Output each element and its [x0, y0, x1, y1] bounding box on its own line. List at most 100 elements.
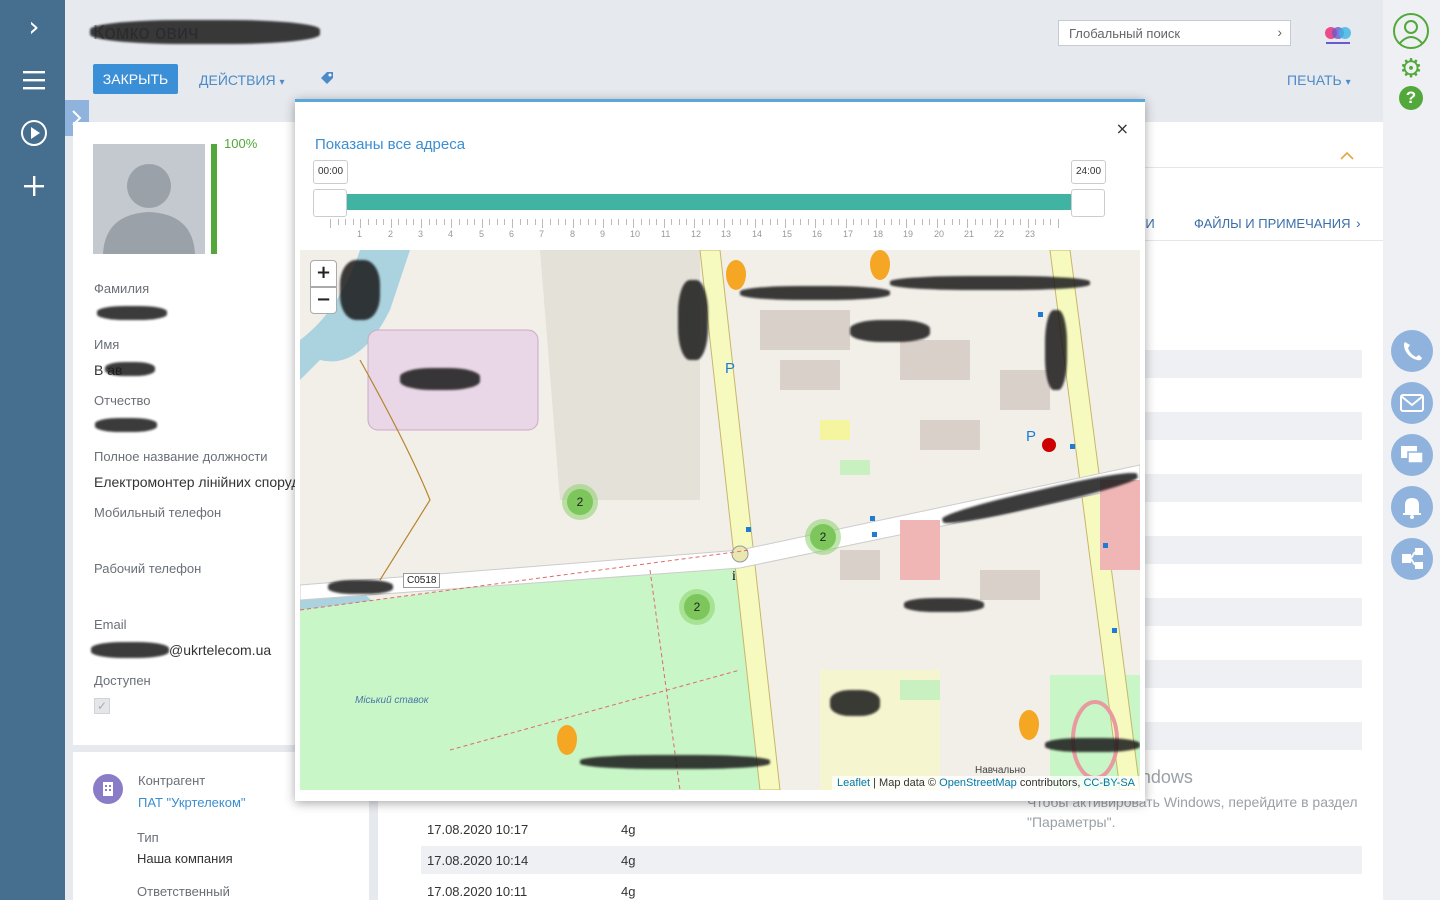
- hour-tick: [709, 219, 710, 225]
- play-icon[interactable]: [17, 116, 51, 150]
- hour-tick: [421, 219, 422, 228]
- hour-tick: [952, 219, 953, 225]
- hour-tick: [724, 219, 725, 228]
- hour-tick: [542, 219, 543, 228]
- hour-tick-label: 17: [843, 229, 854, 239]
- hour-tick: [580, 219, 581, 225]
- hour-tick: [345, 219, 346, 225]
- responsible-label: Ответственный: [137, 884, 230, 899]
- table-cell-net: 4g: [621, 822, 636, 837]
- print-dropdown[interactable]: ПЕЧАТЬ ▾: [1287, 72, 1351, 88]
- redaction: [328, 580, 393, 594]
- hour-tick: [702, 219, 703, 225]
- marker-cluster[interactable]: 2: [805, 519, 841, 555]
- user-circle-icon[interactable]: [1392, 12, 1430, 50]
- redaction: [830, 690, 880, 716]
- redaction: [580, 755, 770, 769]
- osm-link[interactable]: OpenStreetMap: [939, 777, 1017, 789]
- process-icon[interactable]: [1391, 538, 1433, 580]
- field-label-lastname: Фамилия: [94, 281, 150, 296]
- chevron-right-icon[interactable]: ›: [1277, 24, 1282, 40]
- hour-tick: [641, 219, 642, 225]
- hour-tick: [1028, 219, 1029, 228]
- range-start-handle[interactable]: [313, 189, 347, 217]
- hour-tick-label: 12: [691, 229, 702, 239]
- map[interactable]: P P i + − 2 2 2 С0518 Міський ставок Нав…: [300, 250, 1140, 790]
- hour-tick-label: 18: [873, 229, 884, 239]
- hour-tick: [732, 219, 733, 225]
- close-button[interactable]: ЗАКРЫТЬ: [93, 64, 178, 94]
- redaction: [850, 320, 930, 342]
- marker-cluster[interactable]: 2: [562, 484, 598, 520]
- gear-icon[interactable]: ⚙: [1398, 56, 1424, 82]
- hour-tick: [406, 219, 407, 225]
- hour-tick-label: 16: [812, 229, 823, 239]
- hour-tick: [838, 219, 839, 225]
- tag-icon[interactable]: [319, 70, 335, 86]
- actions-dropdown[interactable]: ДЕЙСТВИЯ ▾: [199, 72, 285, 88]
- hour-tick: [413, 219, 414, 225]
- global-search-input[interactable]: Глобальный поиск ›: [1058, 20, 1291, 46]
- hour-tick: [982, 219, 983, 225]
- hour-tick: [747, 219, 748, 225]
- hour-tick-label: 6: [509, 229, 515, 239]
- chevron-up-icon[interactable]: [1340, 148, 1354, 160]
- field-value-email[interactable]: @ukrtelecom.ua: [169, 642, 271, 658]
- hour-tick: [815, 219, 816, 228]
- hour-tick-label: 2: [388, 229, 394, 239]
- hour-tick: [1005, 219, 1006, 225]
- svg-text:i: i: [732, 569, 736, 584]
- hour-tick: [383, 219, 384, 225]
- district-label: Навчально: [975, 765, 1026, 776]
- hour-tick-label: 21: [964, 229, 975, 239]
- hour-tick-label: 11: [661, 229, 671, 239]
- bell-icon[interactable]: [1391, 486, 1433, 528]
- help-icon[interactable]: ?: [1399, 86, 1423, 110]
- table-row[interactable]: [421, 846, 1362, 874]
- mail-icon[interactable]: [1391, 382, 1433, 424]
- hour-tick: [876, 219, 877, 228]
- redaction: [90, 20, 320, 44]
- chevron-right-icon[interactable]: ›: [1356, 215, 1361, 231]
- tab-files-notes[interactable]: ФАЙЛЫ И ПРИМЕЧАНИЯ: [1194, 216, 1351, 231]
- hour-tick: [573, 219, 574, 228]
- hour-tick: [444, 219, 445, 225]
- phone-icon[interactable]: [1391, 330, 1433, 372]
- time-range-track[interactable]: [327, 194, 1085, 210]
- attribution-text: | Map data ©: [870, 777, 940, 789]
- hour-tick: [762, 219, 763, 225]
- leaflet-link[interactable]: Leaflet: [837, 777, 870, 789]
- contractor-link[interactable]: ПАТ "Укртелеком": [138, 795, 246, 810]
- range-end-handle[interactable]: [1071, 189, 1105, 217]
- marker-cluster[interactable]: 2: [679, 589, 715, 625]
- completeness-text: 100%: [224, 136, 258, 151]
- license-link[interactable]: CC-BY-SA: [1083, 777, 1135, 789]
- hour-tick: [611, 219, 612, 225]
- chevron-right-icon[interactable]: ›: [17, 10, 51, 44]
- hamburger-icon[interactable]: [17, 63, 51, 97]
- hour-tick: [770, 219, 771, 225]
- plus-icon[interactable]: [17, 169, 51, 203]
- hour-tick: [618, 219, 619, 225]
- hour-tick: [512, 219, 513, 228]
- lake-label: Міський ставок: [355, 695, 429, 706]
- redaction: [340, 260, 380, 320]
- close-icon[interactable]: ×: [1116, 119, 1129, 138]
- hour-tick: [1058, 219, 1059, 228]
- field-label-patronymic: Отчество: [94, 393, 151, 408]
- redaction: [97, 306, 167, 320]
- hour-tick: [626, 219, 627, 225]
- avatar[interactable]: [93, 144, 205, 254]
- cluster-count: 2: [684, 594, 710, 620]
- chat-icon[interactable]: [1391, 434, 1433, 476]
- hour-tick-label: 3: [418, 229, 424, 239]
- caret-down-icon: ▾: [279, 77, 285, 88]
- zoom-out-button[interactable]: −: [310, 287, 337, 314]
- hour-tick-label: 19: [903, 229, 914, 239]
- available-checkbox[interactable]: ✓: [94, 698, 110, 714]
- hour-tick-label: 20: [934, 229, 945, 239]
- redaction: [890, 276, 1090, 290]
- zoom-in-button[interactable]: +: [310, 260, 337, 287]
- hour-tick-label: 1: [357, 229, 363, 239]
- hour-tick: [1013, 219, 1014, 225]
